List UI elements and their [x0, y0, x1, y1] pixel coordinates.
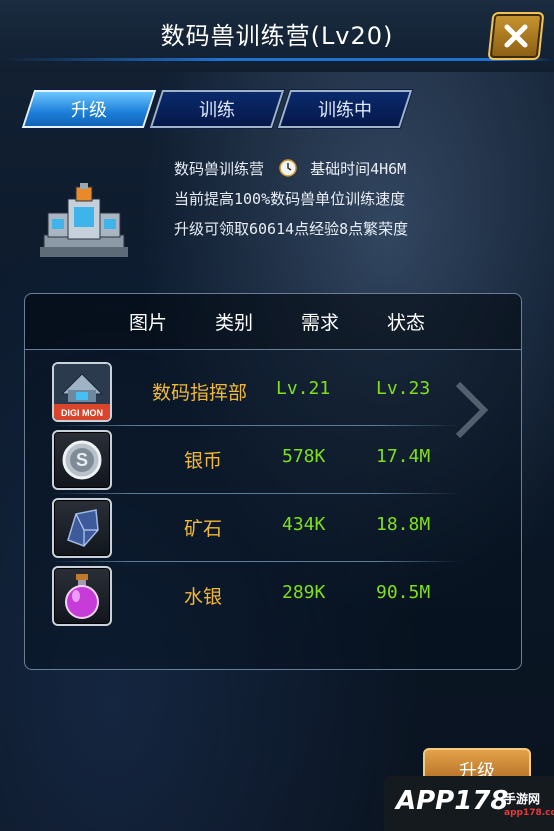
row-status: 18.8M	[376, 514, 431, 535]
table-row: 矿石 434K 18.8M	[50, 494, 460, 562]
info-line-2: 当前提高100%数码兽单位训练速度	[174, 190, 406, 208]
watermark-text: APP178	[396, 786, 509, 816]
header-requirement: 需求	[300, 312, 339, 334]
title-divider	[0, 58, 554, 61]
row-name: 水银	[184, 586, 223, 608]
row-name: 数码指挥部	[152, 382, 248, 404]
tab-training[interactable]: 训练中	[277, 90, 413, 128]
watermark-sub: 手游网	[504, 792, 541, 806]
decorative-arrow-icon	[455, 381, 489, 439]
watermark: APP178 手游网 app178.com	[384, 776, 554, 831]
row-requirement: 434K	[282, 514, 326, 535]
base-time: 基础时间4H6M	[310, 160, 407, 178]
tab-train[interactable]: 训练	[149, 90, 285, 128]
header-category: 类别	[214, 312, 253, 334]
tab-training-label: 训练中	[318, 100, 372, 121]
row-status: 17.4M	[376, 446, 431, 467]
tab-bar: 升级 训练 训练中	[21, 90, 422, 128]
info-line-1: 数码兽训练营 基础时间4H6M	[174, 158, 406, 179]
digimon-building-icon: DIGI MON	[52, 362, 112, 422]
header-status: 状态	[386, 312, 425, 334]
row-status: 90.5M	[376, 582, 431, 603]
page-title: 数码兽训练营(Lv20)	[160, 22, 394, 50]
table-row: DIGI MON 数码指挥部 Lv.21 Lv.23	[50, 358, 460, 426]
row-name: 矿石	[184, 518, 223, 540]
row-name: 银币	[184, 450, 223, 472]
digimon-logo-text: DIGI MON	[61, 408, 103, 418]
header-image: 图片	[128, 312, 167, 334]
row-requirement: 289K	[282, 582, 326, 603]
building-name: 数码兽训练营	[174, 160, 265, 178]
ore-crystal-icon	[52, 498, 112, 558]
silver-coin-icon: S	[52, 430, 112, 490]
clock-icon	[279, 159, 297, 177]
mercury-potion-icon	[52, 566, 112, 626]
table-row: 水银 289K 90.5M	[50, 562, 460, 630]
tab-train-label: 训练	[199, 100, 235, 121]
tab-upgrade[interactable]: 升级	[21, 90, 157, 128]
table-row: S 银币 578K 17.4M	[50, 426, 460, 494]
row-status: Lv.23	[376, 378, 431, 399]
watermark-url: app178.com	[504, 808, 554, 818]
info-line-3: 升级可领取60614点经验8点繁荣度	[174, 220, 409, 238]
close-button[interactable]	[487, 12, 545, 60]
training-camp-building-icon	[40, 183, 128, 257]
row-requirement: Lv.21	[276, 378, 331, 399]
close-x-icon	[504, 24, 528, 48]
row-requirement: 578K	[282, 446, 326, 467]
svg-text:S: S	[76, 450, 88, 470]
tab-upgrade-label: 升级	[71, 100, 107, 121]
table-header: 图片 类别 需求 状态	[25, 294, 521, 350]
